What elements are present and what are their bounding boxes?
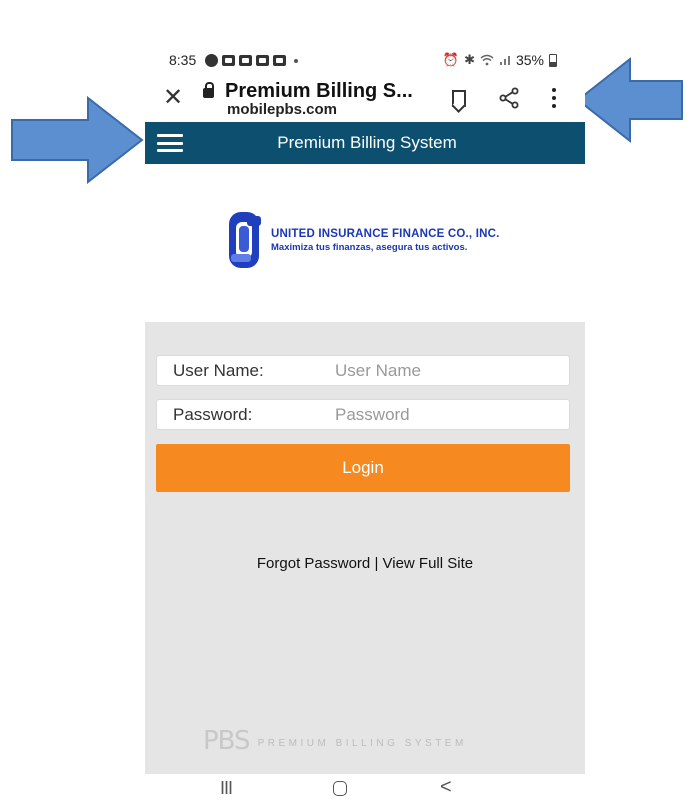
username-input[interactable] xyxy=(335,359,565,383)
status-bar: 8:35 ⏰ ✱ 35% xyxy=(145,48,585,74)
company-slogan: Maximiza tus finanzas, asegura tus activ… xyxy=(271,242,468,253)
system-nav-bar: III < xyxy=(145,774,585,803)
company-logo-mark xyxy=(229,212,261,268)
close-icon[interactable]: ✕ xyxy=(163,86,183,110)
system-icons: ⏰ ✱ 35% xyxy=(443,52,557,68)
username-label: User Name: xyxy=(173,361,264,380)
wifi-icon xyxy=(480,54,494,66)
battery-icon xyxy=(549,53,557,67)
annotation-arrow-left xyxy=(11,96,144,185)
browser-toolbar: ✕ Premium Billing S... mobilepbs.com xyxy=(145,78,585,120)
bookmark-icon[interactable] xyxy=(452,90,466,107)
password-label: Password: xyxy=(173,405,253,424)
login-panel: User Name: Password: Login Forgot Passwo… xyxy=(145,322,585,774)
notification-youtube-icon xyxy=(222,55,235,66)
annotation-arrow-right xyxy=(576,56,683,144)
notification-youtube-icon xyxy=(273,55,286,66)
password-row: Password: xyxy=(156,399,570,430)
notification-app-icon xyxy=(205,54,218,67)
pbs-brand-text: PREMIUM BILLING SYSTEM xyxy=(257,737,467,749)
page-url[interactable]: mobilepbs.com xyxy=(227,101,337,118)
pbs-brand-mark: PBS xyxy=(203,726,251,756)
back-icon[interactable]: < xyxy=(440,776,452,799)
view-full-site-link[interactable]: View Full Site xyxy=(383,555,474,572)
notification-youtube-icon xyxy=(239,55,252,66)
more-vert-icon[interactable] xyxy=(551,88,557,108)
pbs-footer-logo: PBS PREMIUM BILLING SYSTEM xyxy=(203,726,467,756)
battery-percent: 35% xyxy=(515,52,544,68)
recents-icon[interactable]: III xyxy=(220,778,233,799)
company-logo: UNITED INSURANCE FINANCE CO., INC. Maxim… xyxy=(227,208,507,272)
app-title: Premium Billing System xyxy=(277,133,457,152)
phone-screen: 8:35 ⏰ ✱ 35% ✕ Premium Billing S... mobi… xyxy=(145,0,585,803)
alarm-icon: ⏰ xyxy=(442,52,460,67)
home-icon[interactable] xyxy=(333,781,347,796)
login-button[interactable]: Login xyxy=(156,444,570,492)
footer-links: Forgot Password | View Full Site xyxy=(145,555,585,572)
bluetooth-icon: ✱ xyxy=(464,52,475,67)
notification-youtube-icon xyxy=(256,55,269,66)
status-time: 8:35 xyxy=(169,52,197,68)
app-header: Premium Billing System xyxy=(145,122,585,164)
company-name: UNITED INSURANCE FINANCE CO., INC. xyxy=(271,228,500,240)
more-notifications-icon xyxy=(294,58,298,63)
username-row: User Name: xyxy=(156,355,570,386)
link-separator: | xyxy=(370,555,383,572)
password-input[interactable] xyxy=(335,403,565,427)
share-icon[interactable] xyxy=(497,86,521,110)
page-title[interactable]: Premium Billing S... xyxy=(225,80,413,103)
signal-icon xyxy=(499,56,510,65)
notification-icons xyxy=(205,54,298,67)
lock-icon[interactable] xyxy=(203,82,214,98)
forgot-password-link[interactable]: Forgot Password xyxy=(257,555,370,572)
